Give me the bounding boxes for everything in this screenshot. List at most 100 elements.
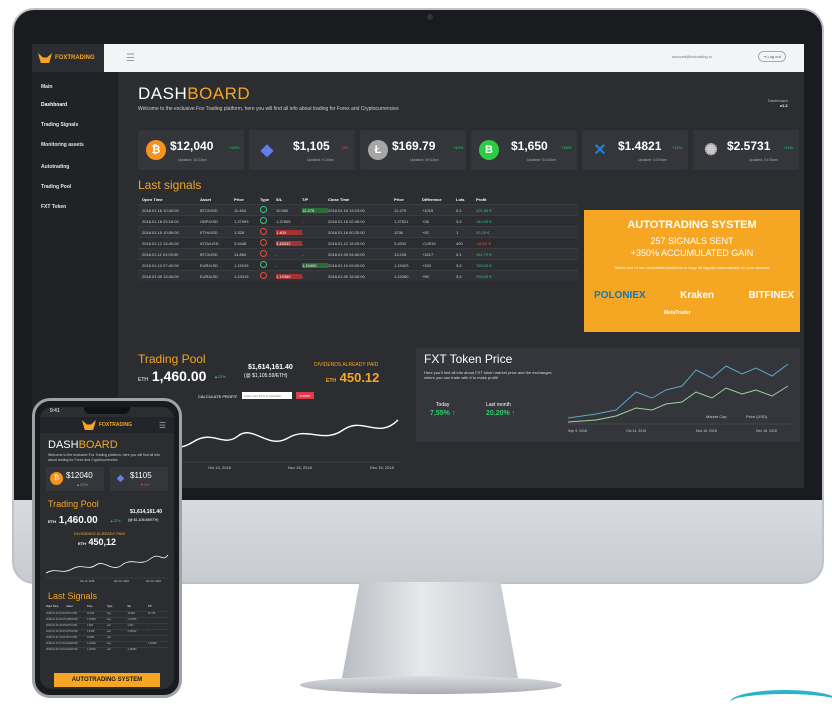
price-value: $1,105	[293, 139, 330, 153]
table-cell: -	[147, 630, 149, 633]
price-card-btc[interactable]: ₿ $12,040 +22% Updated: 10:22pm	[138, 130, 244, 170]
table-row[interactable]: 2018.01.09 13:40:00EUR/USD 1,19319 sell 1,1…	[46, 647, 168, 653]
table-row[interactable]: 2018.01.11 01:00:00BTC/USD 14.862 sell - -	[46, 635, 168, 641]
table-row[interactable]: 2018.01.15 10:55:00ETH/USD 1.328 sell 1.400…	[46, 623, 168, 629]
table-row[interactable]: 2018.01.10 07:40:00 EUR/USD 1,19249 - 1,1940…	[138, 259, 578, 270]
column-header: Open Time	[46, 605, 59, 608]
table-cell: 2018.01.15 10:55:00	[46, 624, 67, 627]
price-change: +15%	[561, 145, 572, 150]
calculate-submit-button[interactable]: SUBMIT	[296, 392, 314, 399]
table-row[interactable]: 2018.01.09 13:40:00 EUR/USD 1,19319 1,19380…	[138, 270, 578, 281]
bitfinex-logo[interactable]: BITFINEX	[748, 290, 794, 301]
column-header: S/L	[276, 196, 283, 202]
price-updated: Updated: 04:00am	[638, 158, 667, 162]
table-cell: 1,19319	[234, 273, 249, 279]
sidebar-item-fxt-token[interactable]: FXT Token	[41, 204, 66, 210]
column-header: Asset	[200, 196, 211, 202]
sidebar-item-autotrading[interactable]: Autotrading	[41, 164, 69, 170]
table-row[interactable]: 2018.01.16 03:15:00GBP/USD 1,37993 buy 1,37…	[46, 617, 168, 623]
phone-screen: 9:41 FOXTRADING ☰ DASHBOARD Welcome to t…	[40, 407, 174, 689]
table-cell: ETH/USD	[66, 624, 78, 627]
buy-dot	[260, 206, 267, 213]
phone-menu-icon[interactable]: ☰	[159, 421, 166, 430]
fxt-today-label: Today	[436, 402, 450, 408]
phone-price-card-eth[interactable]: ◆ $1105 ▼3%	[110, 467, 168, 491]
price-card-ltc[interactable]: Ł $169.79 +10% Updated: 09:42pm	[360, 130, 466, 170]
fxt-month-label: Last month	[486, 402, 511, 408]
phone-price-card-btc[interactable]: ₿ $12040 ▲22%	[46, 467, 104, 491]
sidebar-item-trading-signals[interactable]: Trading Signals	[41, 122, 78, 128]
table-cell: 1,19319	[86, 648, 96, 651]
sell-dot	[260, 228, 267, 235]
sidebar-item-main[interactable]: Main	[41, 84, 52, 90]
table-cell: 2018.01.10 07:40:00	[46, 642, 67, 645]
poloniex-logo[interactable]: POLONIEX	[594, 290, 646, 301]
table-cell: 2018.01.16 13:13:00	[328, 207, 365, 213]
table-row[interactable]: 2018.01.15 10:55:00 ETH/USD 1.328 1.400- 201…	[138, 226, 578, 237]
price-change: +22%	[229, 145, 240, 150]
table-cell: EUR/USD	[66, 642, 78, 645]
autotrading-description: Select one of our compatible platforms t…	[614, 265, 770, 270]
table-row[interactable]: 2018.01.11 01:00:00 BTC/USD 14.862 - - 2018.0…	[138, 248, 578, 259]
table-cell: sell	[106, 624, 111, 627]
brand-name: FOXTRADING	[55, 55, 95, 61]
table-cell: 2018.01.11 01:00:00	[46, 636, 66, 639]
autotrading-gain: +350% ACCUMULATED GAIN	[630, 248, 754, 258]
brand-logo[interactable]: FOXTRADING	[32, 44, 104, 72]
table-row[interactable]: 2018.01.10 07:40:00EUR/USD 1,19249 buy - 1,1…	[46, 641, 168, 647]
table-cell: 140,00 €	[476, 218, 492, 224]
table-row[interactable]: 2018.01.12 15:40:00 IOTA/USD 3,5448 3,45532…	[138, 237, 578, 248]
table-cell: 3,45532	[276, 240, 302, 246]
logout-button[interactable]: ⇥ Log out	[758, 51, 786, 62]
sidebar-item-dashboard[interactable]: Dashboard	[41, 102, 67, 108]
table-cell: ETH/USD	[200, 229, 218, 235]
table-cell: 295,00 €	[476, 273, 492, 279]
buy-dot	[260, 261, 267, 268]
pool-eth-amount: 1,460.00	[151, 368, 207, 384]
metatrader-logo[interactable]: MetaTrader	[664, 310, 691, 316]
calculate-profit-input[interactable]	[242, 392, 292, 399]
table-cell: 12.475	[394, 207, 407, 213]
camera-dot	[427, 14, 433, 20]
signals-table: Open Time Asset Price Type S/L T/P Close…	[138, 194, 578, 281]
phone-price-value: $12040	[66, 471, 93, 480]
table-cell: -	[127, 642, 129, 645]
table-cell: -36,64 €	[476, 240, 491, 246]
table-cell: 1,19400	[302, 262, 328, 268]
phone-pool-eth: ETH 1,460.00	[48, 515, 98, 526]
table-cell: buy	[106, 642, 112, 645]
table-row[interactable]: 2018.01.12 15:40:00IOTA/USD 3,5448 sell 3,4…	[46, 629, 168, 635]
menu-icon[interactable]: ☰	[126, 53, 135, 64]
table-row[interactable]: 2018.01.16 03:15:00 GBP/USD 1,37993 1,37805…	[138, 215, 578, 226]
price-card-xrp[interactable]: ✕ $1.4821 +12% Updated: 04:00am	[582, 130, 688, 170]
table-row[interactable]: 2018.01.16 10:40:00BTC/USD 11.464 buy 10.96…	[46, 611, 168, 617]
price-updated: Updated: 9:10am	[307, 158, 334, 162]
pool-change: ▲22%	[214, 374, 226, 379]
autotrading-banner[interactable]: AUTOTRADING SYSTEM 257 SIGNALS SENT +350…	[584, 210, 800, 332]
column-header: Price	[86, 605, 93, 608]
kraken-logo[interactable]: Kraken	[680, 290, 714, 301]
table-cell: 1	[456, 229, 459, 235]
table-row[interactable]: 2018.01.16 10:40:00 BTC/USD 11.464 10.960 12…	[138, 204, 578, 215]
sidebar-item-monitoring-assets[interactable]: Monitoring assets	[41, 142, 84, 148]
phone-mockup: 9:41 FOXTRADING ☰ DASHBOARD Welcome to t…	[32, 398, 182, 698]
column-header: Asset	[66, 605, 73, 608]
trading-pool-title: Trading Pool	[138, 352, 206, 366]
sidebar-item-trading-pool[interactable]: Trading Pool	[41, 184, 71, 190]
price-value: $169.79	[392, 139, 436, 153]
table-cell: GBP/USD	[200, 218, 219, 224]
table-cell: sell	[106, 630, 111, 633]
phone-autotrading-button[interactable]: AUTOTRADING SYSTEM	[54, 673, 160, 687]
table-cell: 3,5448	[234, 240, 247, 246]
phone-brand-name: FOXTRADING	[98, 422, 133, 428]
table-cell: 101,50 €	[476, 207, 492, 213]
table-cell: 1,19260	[394, 273, 409, 279]
fxt-title: FXT Token Price	[424, 352, 513, 366]
price-card-iota[interactable]: ✺ $2.5731 +11% Updated: 04:00am	[693, 130, 799, 170]
autotrading-signals: 257 SIGNALS SENT	[650, 236, 734, 246]
phone-top-bar: FOXTRADING ☰	[40, 417, 174, 433]
table-cell: 14.862	[234, 251, 247, 257]
table-cell: 92,00 €	[476, 229, 490, 235]
price-card-bch[interactable]: B $1,650 +15% Updated: 04:00am	[471, 130, 577, 170]
price-card-eth[interactable]: ◆ $1,105 -3% Updated: 9:10am	[249, 130, 355, 170]
